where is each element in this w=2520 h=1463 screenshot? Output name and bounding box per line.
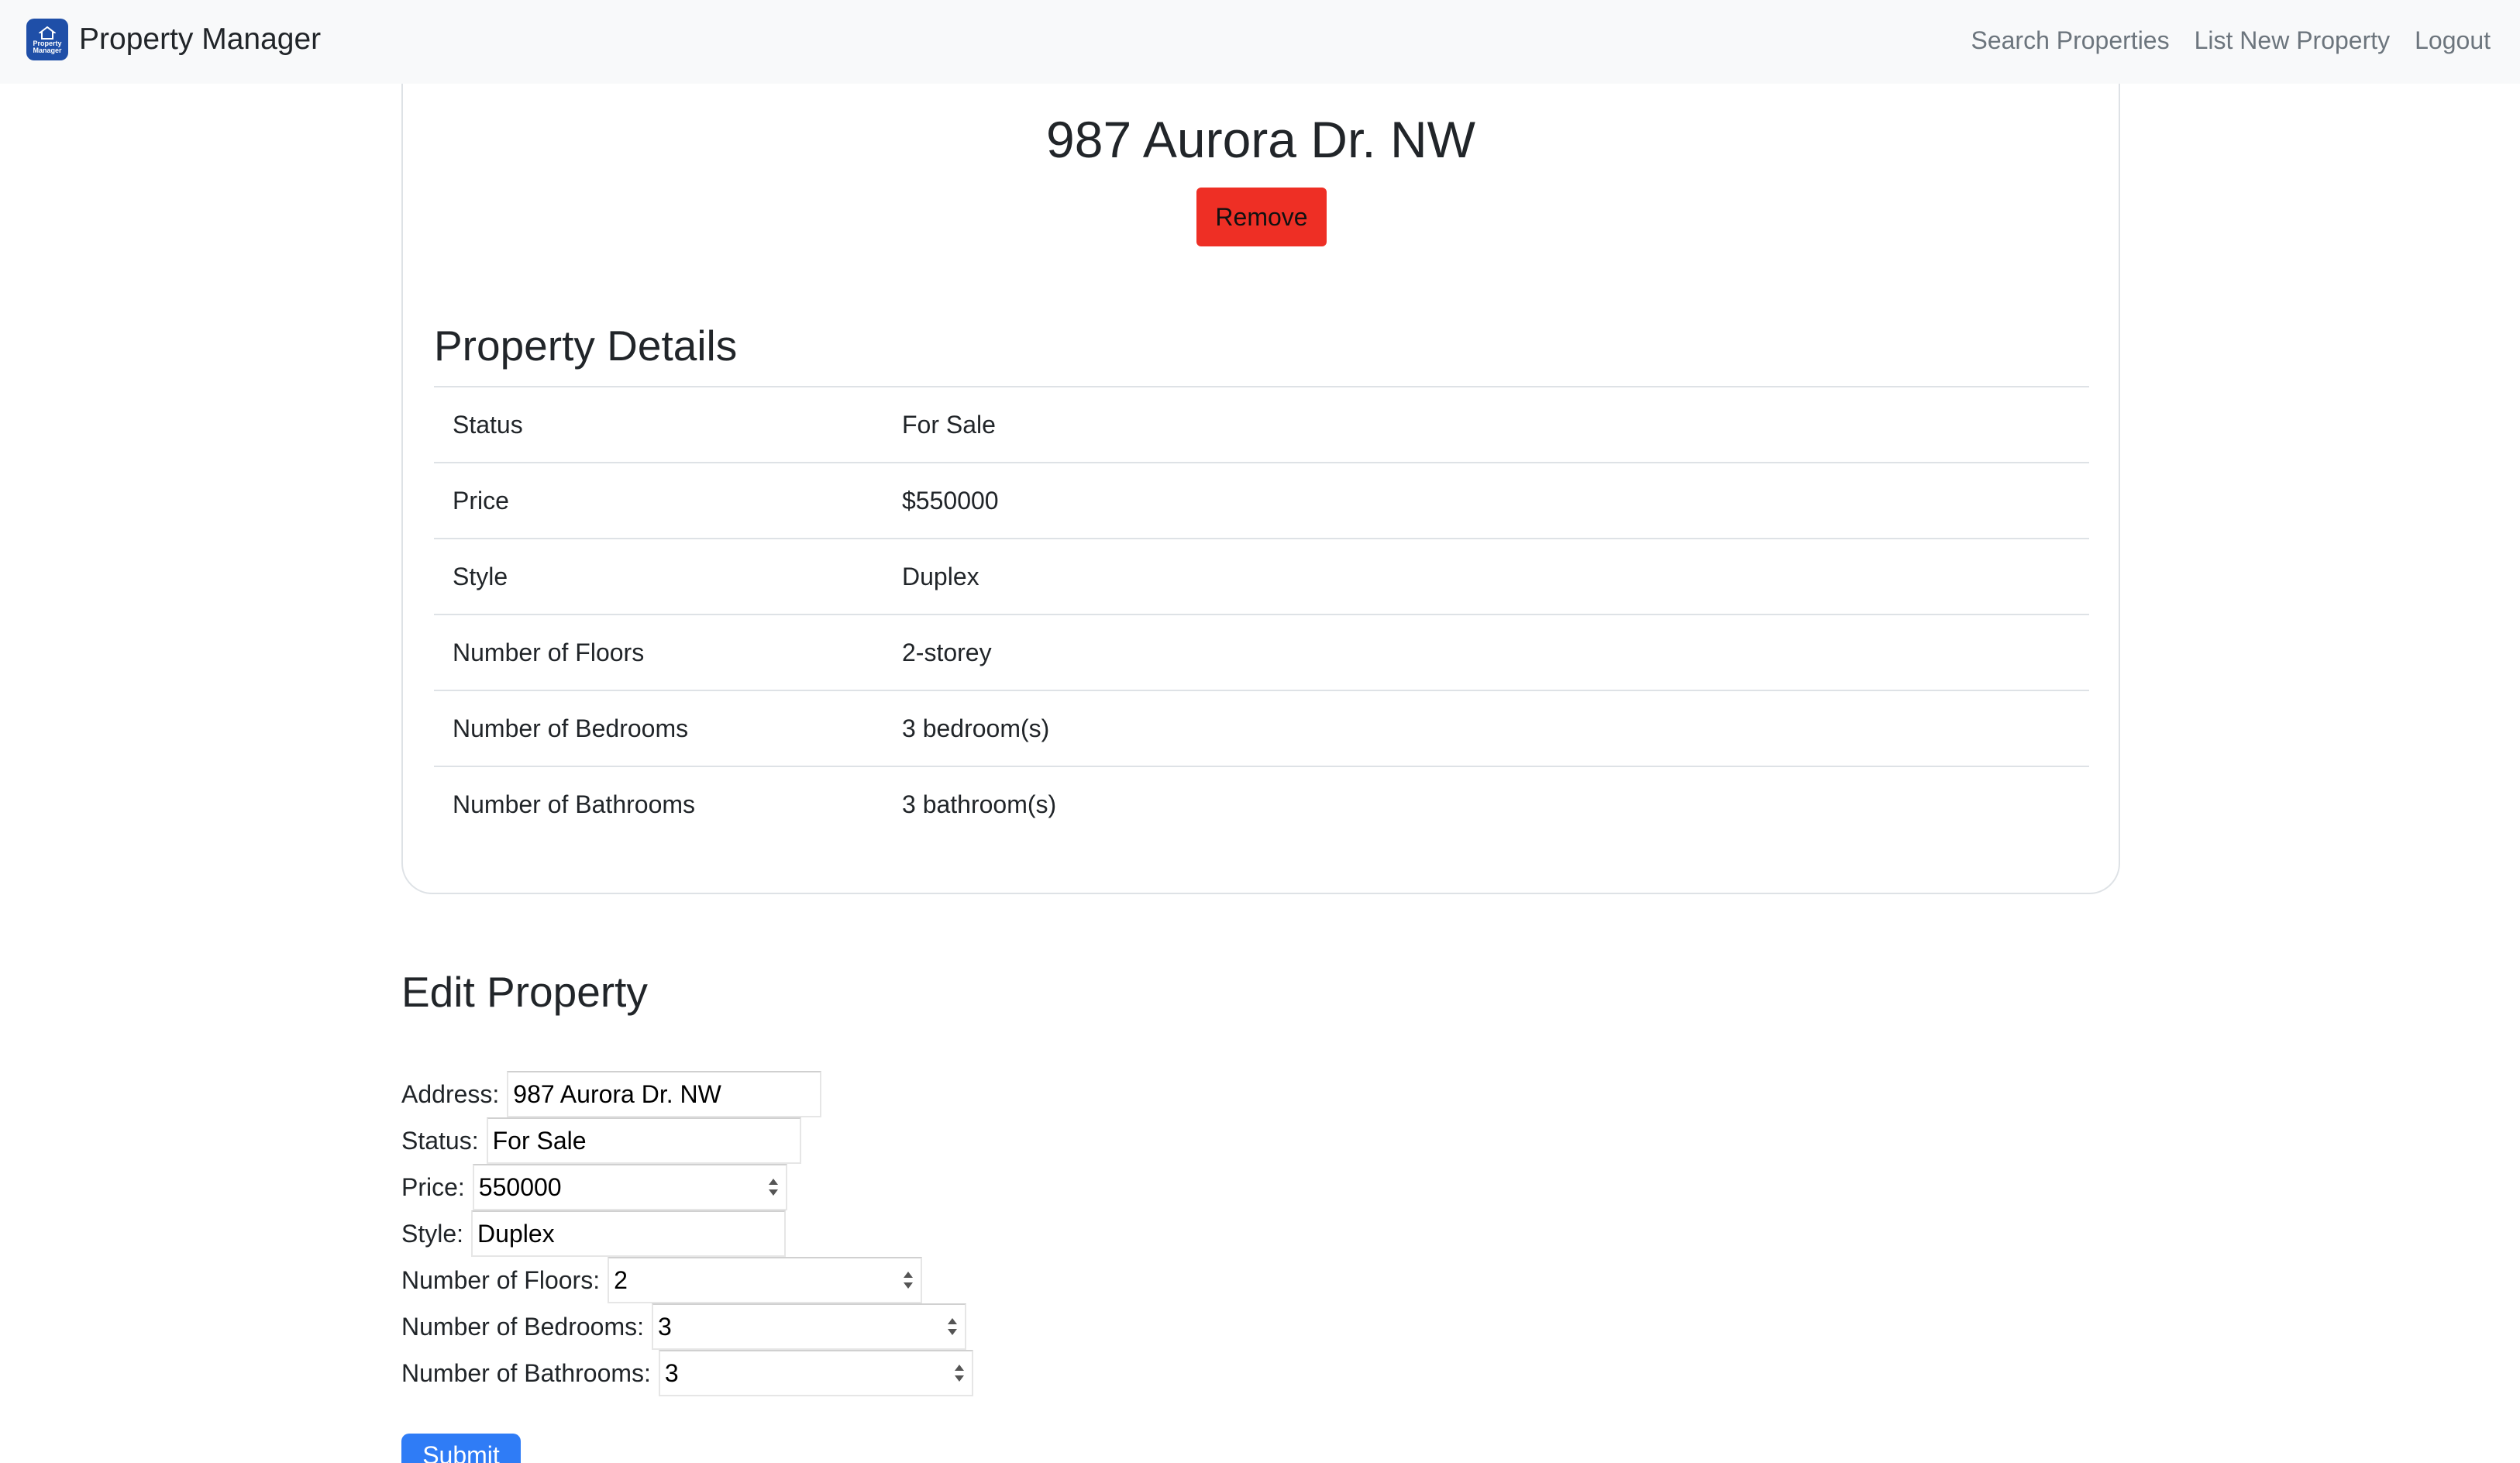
table-row: Price $550000: [434, 463, 2089, 539]
table-row: Style Duplex: [434, 539, 2089, 614]
nav-list-new-property[interactable]: List New Property: [2195, 26, 2391, 55]
detail-value: Duplex: [902, 562, 979, 590]
nav-search-properties[interactable]: Search Properties: [1971, 26, 2169, 55]
detail-label: Number of Bathrooms: [453, 790, 696, 818]
spinner-icon[interactable]: [952, 1359, 967, 1387]
detail-label: Price: [453, 486, 509, 515]
floors-value: 2: [614, 1265, 628, 1294]
spinner-icon[interactable]: [766, 1173, 781, 1201]
detail-value: 2-storey: [902, 638, 992, 666]
address-value: 987 Aurora Dr. NW: [513, 1079, 721, 1108]
remove-button[interactable]: Remove: [1196, 188, 1327, 246]
bedrooms-input[interactable]: 3: [652, 1303, 967, 1350]
status-value: For Sale: [492, 1126, 587, 1155]
page: Property Manager Property Manager Search…: [0, 0, 2520, 1463]
bathrooms-input[interactable]: 3: [658, 1350, 973, 1396]
price-value: 550000: [478, 1172, 562, 1201]
style-value: Duplex: [477, 1219, 555, 1248]
table-row: Number of Bathrooms 3 bathroom(s): [434, 766, 2089, 842]
bedrooms-row: Number of Bedrooms: 3: [401, 1303, 967, 1350]
style-input[interactable]: Duplex: [471, 1210, 787, 1257]
price-input[interactable]: 550000: [472, 1164, 787, 1210]
bathrooms-value: 3: [664, 1358, 679, 1387]
logo-text-line2: Manager: [33, 46, 62, 54]
detail-value: $550000: [902, 486, 999, 515]
bedrooms-label: Number of Bedrooms:: [401, 1312, 645, 1341]
details-table: Status For Sale Price $550000 Style Dupl…: [434, 386, 2089, 842]
spinner-icon[interactable]: [900, 1266, 916, 1294]
nav-logout[interactable]: Logout: [2415, 26, 2491, 55]
property-title: 987 Aurora Dr. NW: [1046, 111, 1475, 168]
style-row: Style: Duplex: [401, 1210, 787, 1257]
detail-label: Style: [453, 562, 508, 590]
bedrooms-value: 3: [658, 1312, 672, 1341]
spinner-icon[interactable]: [945, 1313, 960, 1341]
address-input[interactable]: 987 Aurora Dr. NW: [507, 1071, 822, 1117]
submit-button[interactable]: Submit: [401, 1434, 521, 1463]
style-label: Style:: [401, 1219, 464, 1248]
table-row: Status For Sale: [434, 387, 2089, 463]
brand-name[interactable]: Property Manager: [79, 22, 321, 57]
address-row: Address: 987 Aurora Dr. NW: [401, 1071, 822, 1117]
status-label: Status:: [401, 1126, 479, 1155]
house-logo-icon: Property Manager: [26, 19, 68, 60]
detail-value: 3 bathroom(s): [902, 790, 1057, 818]
table-row: Number of Bedrooms 3 bedroom(s): [434, 690, 2089, 766]
bathrooms-label: Number of Bathrooms:: [401, 1358, 651, 1387]
status-input[interactable]: For Sale: [486, 1117, 801, 1164]
detail-value: 3 bedroom(s): [902, 714, 1050, 742]
floors-row: Number of Floors: 2: [401, 1257, 923, 1303]
navbar: Property Manager Property Manager Search…: [0, 0, 2520, 84]
edit-heading: Edit Property: [401, 968, 648, 1016]
price-label: Price:: [401, 1172, 465, 1201]
detail-label: Number of Floors: [453, 638, 645, 666]
floors-label: Number of Floors:: [401, 1265, 601, 1294]
status-row: Status: For Sale: [401, 1117, 801, 1164]
table-row: Number of Floors 2-storey: [434, 614, 2089, 690]
price-row: Price: 550000: [401, 1164, 787, 1210]
detail-value: For Sale: [902, 410, 996, 439]
brand[interactable]: Property Manager Property Manager: [26, 19, 321, 60]
detail-label: Number of Bedrooms: [453, 714, 689, 742]
address-label: Address:: [401, 1079, 500, 1108]
floors-input[interactable]: 2: [608, 1257, 923, 1303]
nav-links: Search Properties List New Property Logo…: [1946, 26, 2491, 55]
property-card: 987 Aurora Dr. NW Remove Property Detail…: [401, 31, 2120, 894]
detail-label: Status: [453, 410, 523, 439]
details-heading: Property Details: [434, 322, 738, 370]
bathrooms-row: Number of Bathrooms: 3: [401, 1350, 973, 1396]
